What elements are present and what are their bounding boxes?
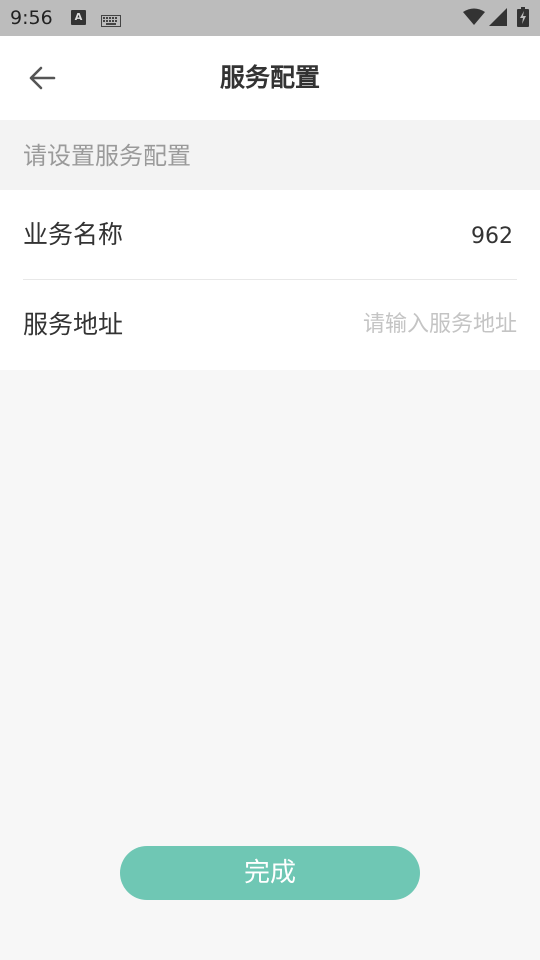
- service-address-label: 服务地址: [23, 310, 124, 339]
- status-time: 9:56: [10, 7, 53, 29]
- form-card: 业务名称 962 服务地址: [0, 190, 540, 370]
- keyboard-icon: [101, 12, 121, 31]
- app-bar: 服务配置: [0, 36, 540, 120]
- section-hint: 请设置服务配置: [0, 120, 540, 190]
- business-name-label: 业务名称: [23, 220, 124, 249]
- battery-charging-icon: [517, 7, 529, 31]
- status-bar: 9:56 A: [0, 0, 540, 36]
- business-name-value[interactable]: 962: [471, 222, 513, 252]
- signal-icon: [489, 8, 507, 30]
- done-button[interactable]: 完成: [120, 846, 420, 900]
- service-address-row[interactable]: 服务地址: [23, 280, 517, 369]
- service-address-input[interactable]: [257, 306, 517, 342]
- wifi-icon: [463, 8, 485, 30]
- business-name-row[interactable]: 业务名称 962: [23, 190, 517, 280]
- a-icon: A: [71, 10, 86, 25]
- section-hint-text: 请设置服务配置: [23, 142, 191, 170]
- page-title: 服务配置: [219, 63, 320, 92]
